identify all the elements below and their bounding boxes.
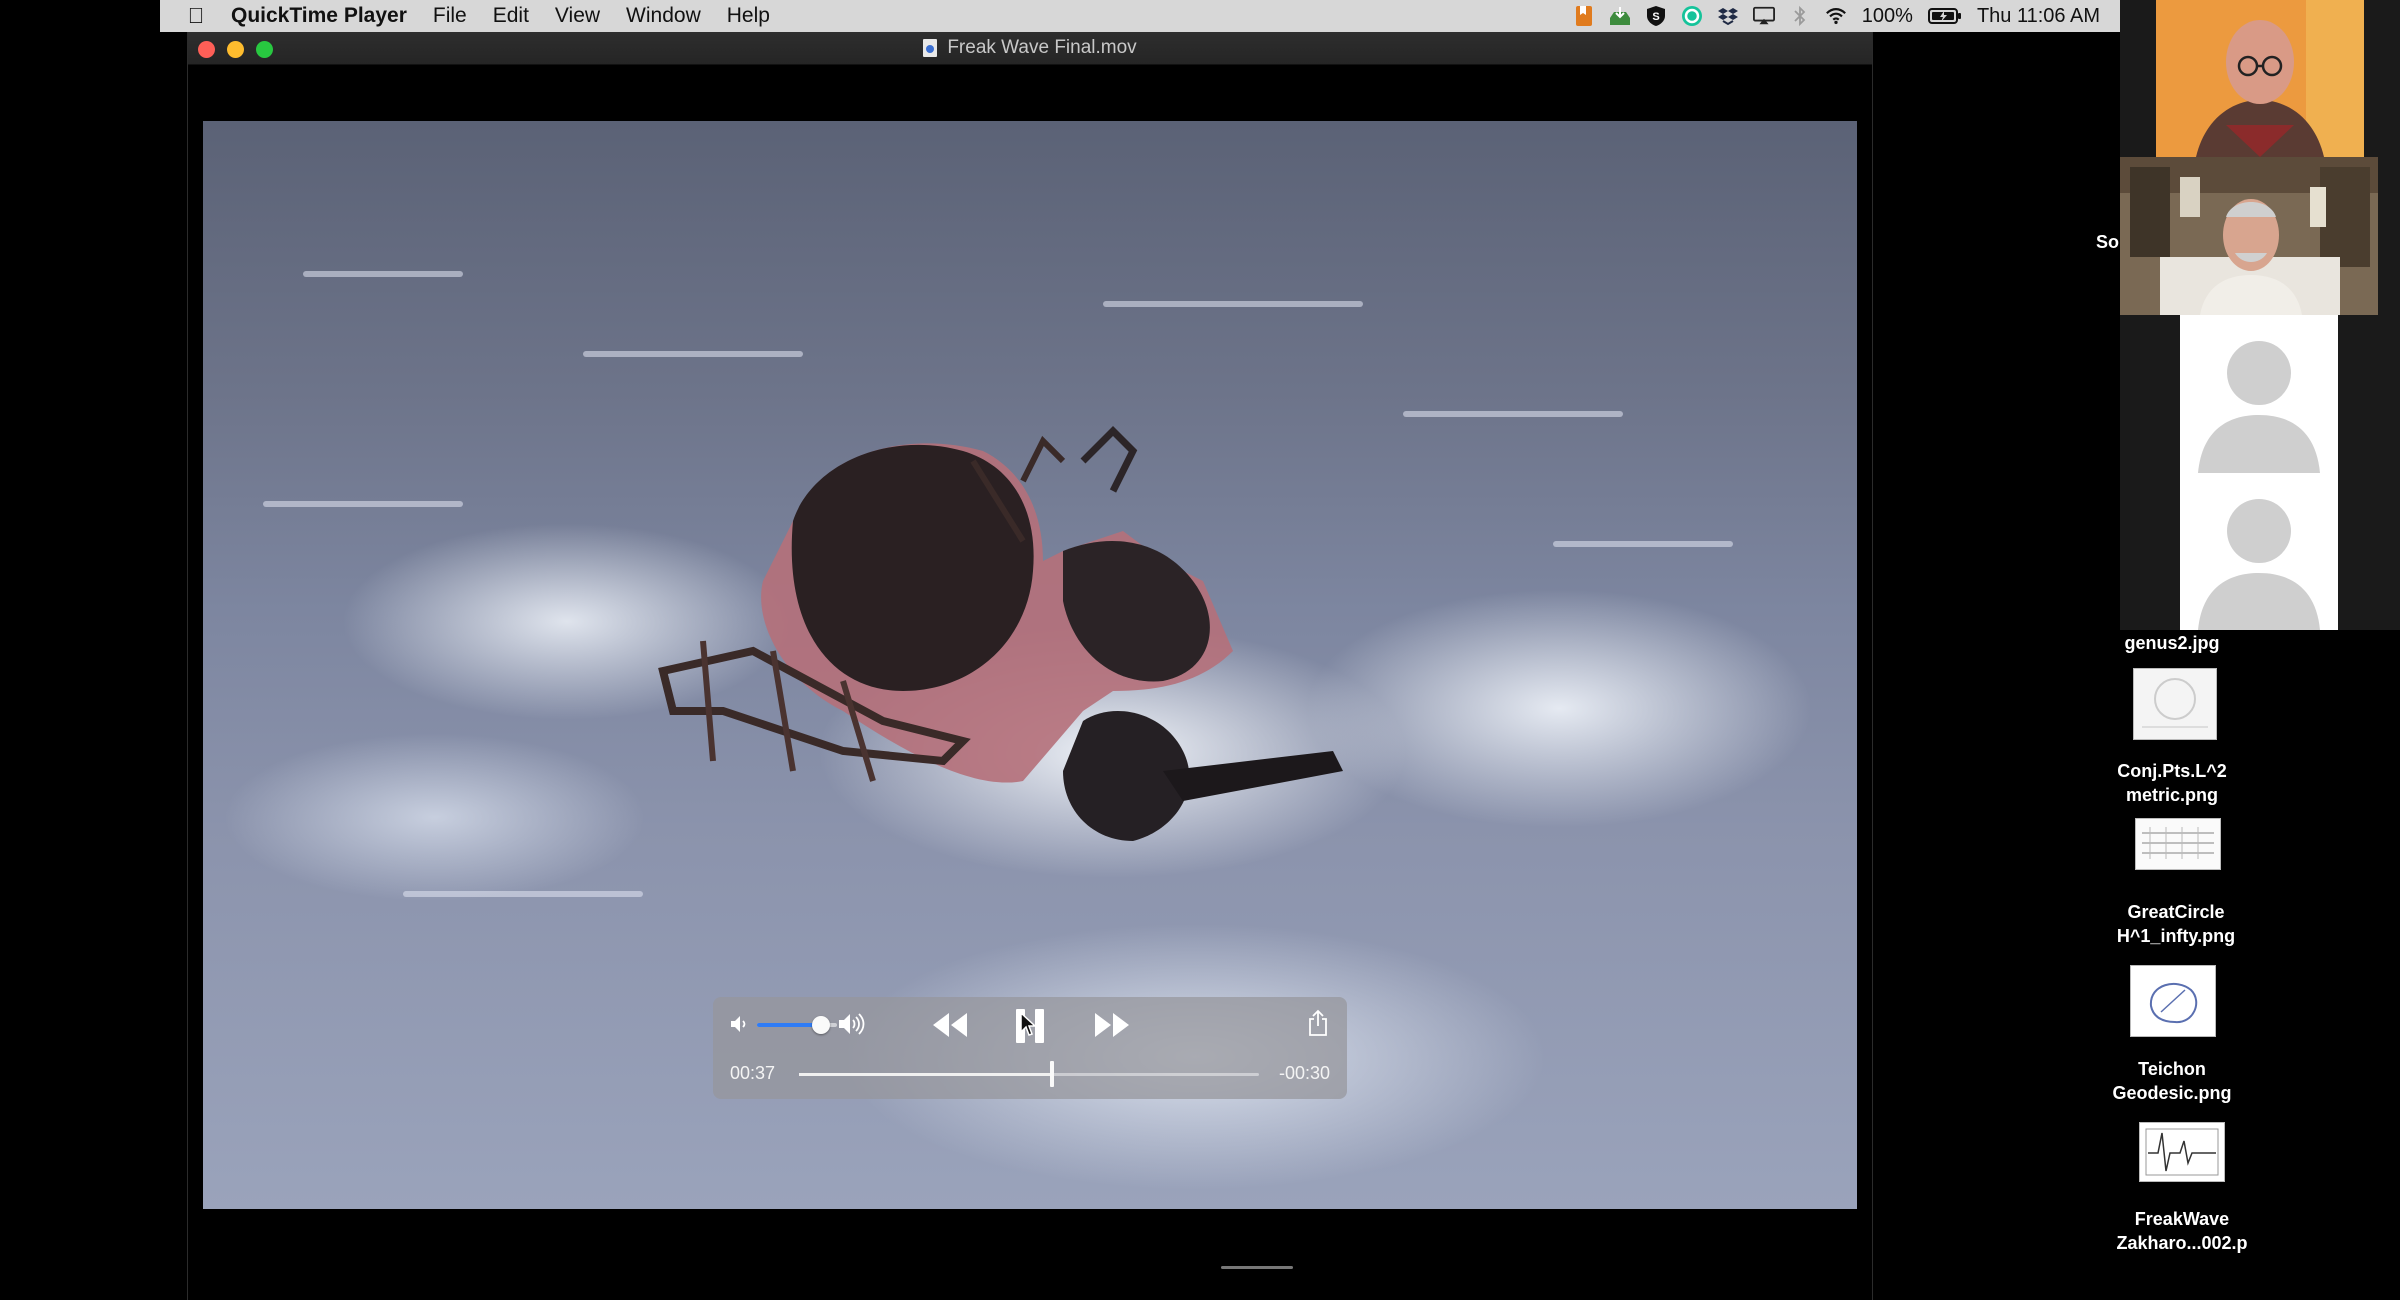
movie-file-icon xyxy=(923,39,938,57)
menu-edit[interactable]: Edit xyxy=(480,0,542,32)
remaining-time: -00:30 xyxy=(1278,1063,1330,1083)
menu-extras: S 100% Thu 11:06 AM xyxy=(1566,0,2120,32)
grammar-icon[interactable] xyxy=(1681,5,1703,27)
download-tray-icon[interactable] xyxy=(1609,5,1631,27)
menu-window[interactable]: Window xyxy=(613,0,714,32)
apple-icon[interactable]:  xyxy=(174,3,218,29)
resize-handle xyxy=(1221,1266,1293,1269)
participant-1-image xyxy=(2156,0,2364,157)
menu-help[interactable]: Help xyxy=(714,0,783,32)
share-icon[interactable] xyxy=(1307,1009,1329,1042)
wave-streak xyxy=(303,271,463,277)
volume-knob[interactable] xyxy=(812,1016,830,1034)
participant-name-fragment: So xyxy=(2096,232,2120,252)
file-thumbnail[interactable] xyxy=(2135,818,2221,870)
wave-streak xyxy=(263,501,463,507)
file-name-line: Zakharo...002.p xyxy=(2116,1233,2248,1253)
participant-video-1[interactable] xyxy=(2156,0,2364,157)
playback-progress xyxy=(799,1073,1052,1076)
file-name-line: Conj.Pts.L^2 xyxy=(2117,761,2227,781)
user-placeholder-icon xyxy=(2180,315,2338,473)
menu-file[interactable]: File xyxy=(420,0,480,32)
file-name-line: genus2.jpg xyxy=(2124,633,2220,653)
window-titlebar[interactable]: Freak Wave Final.mov xyxy=(188,32,1872,65)
file-thumbnail[interactable] xyxy=(2139,1122,2225,1182)
desktop-file-label[interactable]: GreatCircle H^1_infty.png xyxy=(2076,900,2276,948)
rewind-button[interactable] xyxy=(931,1011,971,1044)
file-name-line: H^1_infty.png xyxy=(2116,926,2236,946)
scrubber-playhead[interactable] xyxy=(1050,1061,1054,1087)
image-thumbnail-icon xyxy=(2131,966,2215,1036)
dropbox-icon[interactable] xyxy=(1717,5,1739,27)
volume-slider[interactable] xyxy=(757,1016,837,1034)
airplay-icon[interactable] xyxy=(1752,5,1775,27)
image-thumbnail-icon xyxy=(2134,669,2216,739)
file-name-line: Teichon xyxy=(2138,1059,2206,1079)
user-placeholder-icon xyxy=(2180,473,2338,630)
image-thumbnail-icon xyxy=(2136,819,2220,869)
bookmark-icon[interactable] xyxy=(1573,5,1595,27)
participant-avatar-4[interactable] xyxy=(2180,473,2338,630)
desktop-file-label[interactable]: Teichon Geodesic.png xyxy=(2072,1057,2272,1105)
playback-scrubber[interactable] xyxy=(799,1061,1259,1087)
file-thumbnail[interactable] xyxy=(2130,965,2216,1037)
zoom-button[interactable] xyxy=(256,41,273,58)
window-title: Freak Wave Final.mov xyxy=(947,37,1137,58)
file-name-line: metric.png xyxy=(2125,785,2218,805)
wave-streak xyxy=(1403,411,1623,417)
file-name-line: FreakWave xyxy=(2134,1209,2230,1229)
shield-icon[interactable]: S xyxy=(1645,5,1667,27)
participant-video-2[interactable] xyxy=(2120,157,2378,315)
desktop-file-label[interactable]: FreakWave Zakharo...002.p xyxy=(2082,1207,2282,1255)
participant-2-image xyxy=(2120,157,2378,315)
bluetooth-icon[interactable] xyxy=(1789,5,1811,27)
battery-percent: 100% xyxy=(1861,4,1913,27)
wave-streak xyxy=(1553,541,1733,547)
desktop-file-label[interactable]: Conj.Pts.L^2 metric.png xyxy=(2072,759,2272,807)
wave-streak xyxy=(1103,301,1363,307)
mouse-pointer-icon xyxy=(1019,1011,1037,1042)
volume-low-icon[interactable] xyxy=(729,1013,751,1040)
image-thumbnail-icon xyxy=(2140,1123,2224,1181)
screen:  QuickTime Player File Edit View Window… xyxy=(0,0,2400,1300)
svg-text:S: S xyxy=(1652,11,1659,23)
wifi-icon[interactable] xyxy=(1825,5,1847,27)
window-title-group: Freak Wave Final.mov xyxy=(923,37,1137,59)
shipwreck-image xyxy=(658,426,1343,841)
menu-clock[interactable]: Thu 11:06 AM xyxy=(1969,5,2108,28)
traffic-lights xyxy=(198,41,273,58)
desktop-file-label[interactable]: genus2.jpg xyxy=(2072,631,2272,655)
file-thumbnail[interactable] xyxy=(2133,668,2217,740)
volume-high-icon[interactable] xyxy=(837,1011,869,1042)
wave-streak xyxy=(583,351,803,357)
menu-bar:  QuickTime Player File Edit View Window… xyxy=(160,0,2120,32)
minimize-button[interactable] xyxy=(227,41,244,58)
wave-streak xyxy=(403,891,643,897)
participant-avatar-3[interactable] xyxy=(2180,315,2338,473)
close-button[interactable] xyxy=(198,41,215,58)
menu-app-name[interactable]: QuickTime Player xyxy=(218,0,420,32)
battery-icon[interactable] xyxy=(1927,5,1962,27)
file-name-line: GreatCircle xyxy=(2127,902,2225,922)
fast-forward-button[interactable] xyxy=(1091,1011,1131,1044)
menu-view[interactable]: View xyxy=(542,0,613,32)
elapsed-time: 00:37 xyxy=(730,1063,776,1083)
file-name-line: Geodesic.png xyxy=(2112,1083,2232,1103)
